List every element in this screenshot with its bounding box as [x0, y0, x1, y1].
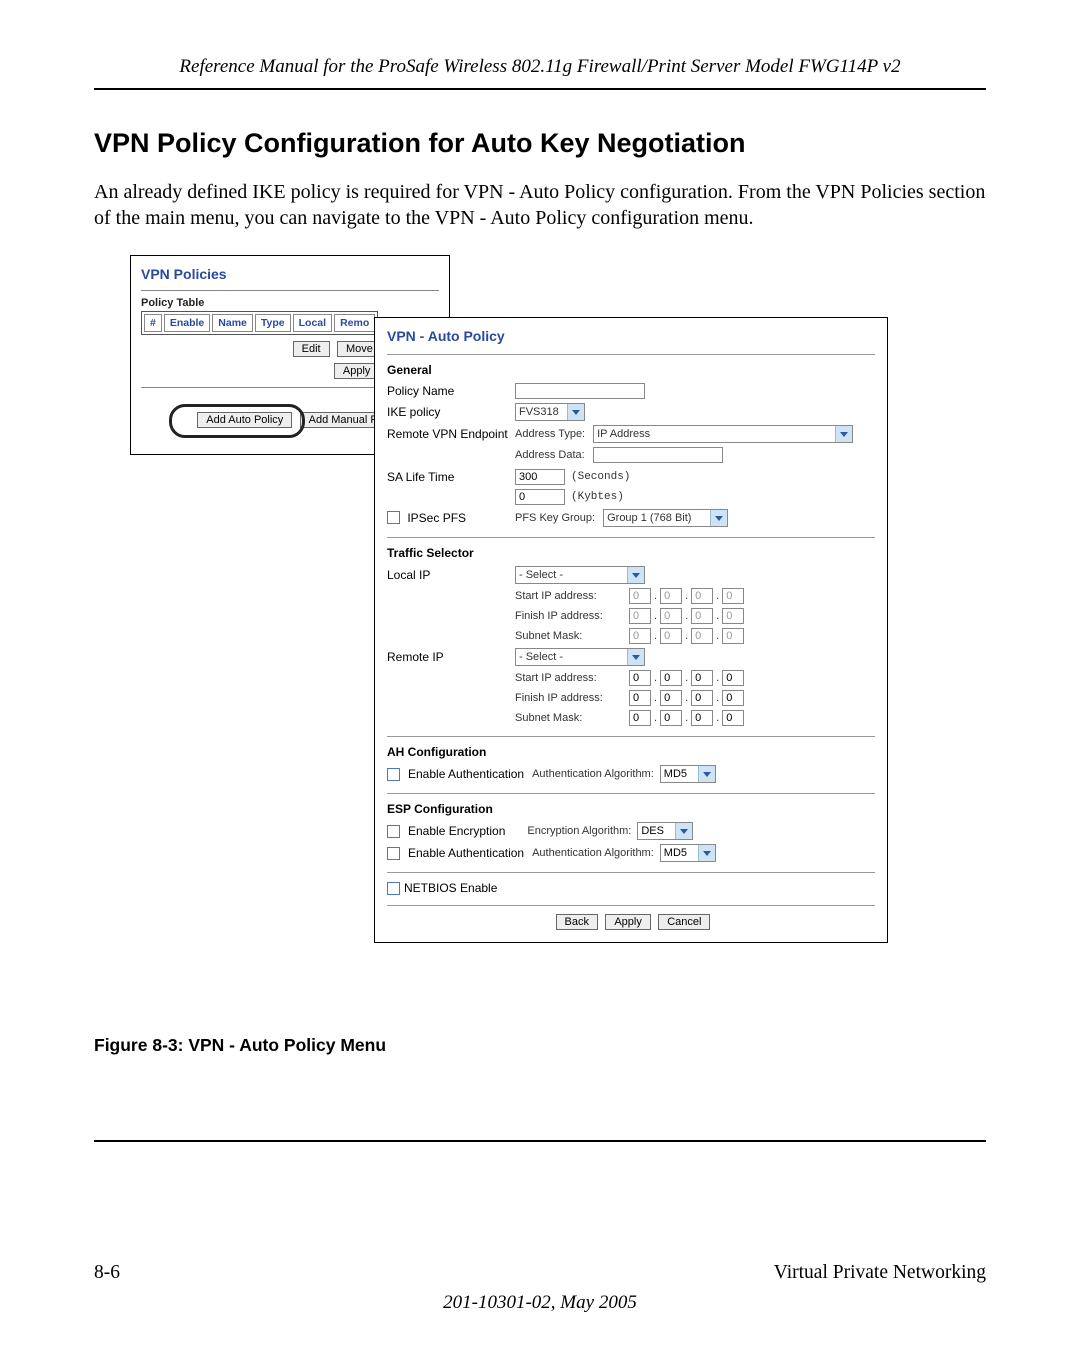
sa-seconds-input[interactable] — [515, 469, 565, 485]
add-auto-policy-button[interactable]: Add Auto Policy — [197, 412, 292, 428]
chevron-down-icon — [710, 510, 727, 526]
remote-ip-select[interactable]: - Select - — [515, 648, 645, 666]
chevron-down-icon — [627, 567, 644, 583]
local-finish-ip-label: Finish IP address: — [515, 610, 623, 622]
col-remote: Remo — [334, 314, 375, 332]
policy-name-label: Policy Name — [387, 384, 515, 398]
vpn-auto-policy-panel: VPN - Auto Policy General Policy Name IK… — [374, 317, 888, 943]
policy-name-input[interactable] — [515, 383, 645, 399]
local-ip-label: Local IP — [387, 568, 515, 582]
esp-auth-algo-label: Authentication Algorithm: — [532, 847, 654, 859]
body-paragraph: An already defined IKE policy is require… — [94, 179, 986, 231]
seconds-unit: (Seconds) — [571, 471, 630, 483]
local-subnet-label: Subnet Mask: — [515, 630, 623, 642]
col-enable: Enable — [164, 314, 210, 332]
local-ip-select[interactable]: - Select - — [515, 566, 645, 584]
address-type-label: Address Type: — [515, 428, 585, 440]
ah-algo-label: Authentication Algorithm: — [532, 768, 654, 780]
col-name: Name — [212, 314, 253, 332]
chevron-down-icon — [698, 766, 715, 782]
remote-finish-ip-label: Finish IP address: — [515, 692, 623, 704]
netbios-label: NETBIOS Enable — [404, 881, 497, 895]
panel2-title: VPN - Auto Policy — [387, 328, 875, 344]
remote-subnet[interactable]: . . . — [629, 710, 744, 726]
remote-start-ip-label: Start IP address: — [515, 672, 623, 684]
panel1-title: VPN Policies — [141, 266, 439, 282]
ah-enable-label: Enable Authentication — [408, 767, 524, 781]
chevron-down-icon — [567, 404, 584, 420]
esp-heading: ESP Configuration — [387, 802, 875, 816]
document-id: 201-10301-02, May 2005 — [94, 1292, 986, 1314]
policy-table-label: Policy Table — [141, 297, 439, 309]
pfs-group-label: PFS Key Group: — [515, 512, 595, 524]
esp-enc-algo-label: Encryption Algorithm: — [527, 825, 631, 837]
back-button[interactable]: Back — [556, 914, 598, 930]
sa-life-label: SA Life Time — [387, 470, 515, 484]
local-subnet[interactable]: . . . — [629, 628, 744, 644]
page-number: 8-6 — [94, 1262, 120, 1284]
manual-header: Reference Manual for the ProSafe Wireles… — [94, 56, 986, 78]
cancel-button-2[interactable]: Cancel — [658, 914, 710, 930]
esp-auth-label: Enable Authentication — [408, 846, 524, 860]
local-start-ip[interactable]: . . . — [629, 588, 744, 604]
esp-enc-checkbox[interactable] — [387, 825, 400, 838]
edit-button[interactable]: Edit — [293, 341, 330, 357]
ike-policy-label: IKE policy — [387, 405, 515, 419]
esp-auth-checkbox[interactable] — [387, 847, 400, 860]
address-type-select[interactable]: IP Address — [593, 425, 853, 443]
apply-button-2[interactable]: Apply — [605, 914, 651, 930]
esp-enc-algo-select[interactable]: DES — [637, 822, 693, 840]
policy-table: # Enable Name Type Local Remo — [141, 311, 378, 335]
ah-heading: AH Configuration — [387, 745, 875, 759]
remote-subnet-label: Subnet Mask: — [515, 712, 623, 724]
ike-policy-select[interactable]: FVS318 — [515, 403, 585, 421]
col-num: # — [144, 314, 162, 332]
esp-auth-algo-select[interactable]: MD5 — [660, 844, 716, 862]
col-type: Type — [255, 314, 291, 332]
address-data-input[interactable] — [593, 447, 723, 463]
kbytes-unit: (Kybtes) — [571, 491, 624, 503]
chevron-down-icon — [698, 845, 715, 861]
ipsec-pfs-label: IPSec PFS — [407, 511, 466, 525]
ah-enable-checkbox[interactable] — [387, 768, 400, 781]
chapter-name: Virtual Private Networking — [774, 1262, 986, 1284]
esp-enc-label: Enable Encryption — [408, 824, 505, 838]
chevron-down-icon — [835, 426, 852, 442]
col-local: Local — [293, 314, 332, 332]
chevron-down-icon — [675, 823, 692, 839]
footer-rule — [94, 1140, 986, 1142]
remote-endpoint-label: Remote VPN Endpoint — [387, 427, 515, 441]
ipsec-pfs-checkbox[interactable] — [387, 511, 400, 524]
netbios-checkbox[interactable] — [387, 882, 400, 895]
figure-caption: Figure 8-3: VPN - Auto Policy Menu — [94, 1035, 986, 1056]
ah-algo-select[interactable]: MD5 — [660, 765, 716, 783]
local-finish-ip[interactable]: . . . — [629, 608, 744, 624]
section-heading: VPN Policy Configuration for Auto Key Ne… — [94, 128, 986, 159]
local-start-ip-label: Start IP address: — [515, 590, 623, 602]
header-rule — [94, 88, 986, 90]
general-heading: General — [387, 363, 875, 377]
remote-finish-ip[interactable]: . . . — [629, 690, 744, 706]
remote-start-ip[interactable]: . . . — [629, 670, 744, 686]
remote-ip-label: Remote IP — [387, 650, 515, 664]
pfs-group-select[interactable]: Group 1 (768 Bit) — [603, 509, 728, 527]
traffic-heading: Traffic Selector — [387, 546, 875, 560]
apply-button[interactable]: Apply — [334, 363, 380, 379]
sa-kbytes-input[interactable] — [515, 489, 565, 505]
chevron-down-icon — [627, 649, 644, 665]
address-data-label: Address Data: — [515, 449, 585, 461]
figure-area: VPN Policies Policy Table # Enable Name … — [130, 255, 986, 1005]
